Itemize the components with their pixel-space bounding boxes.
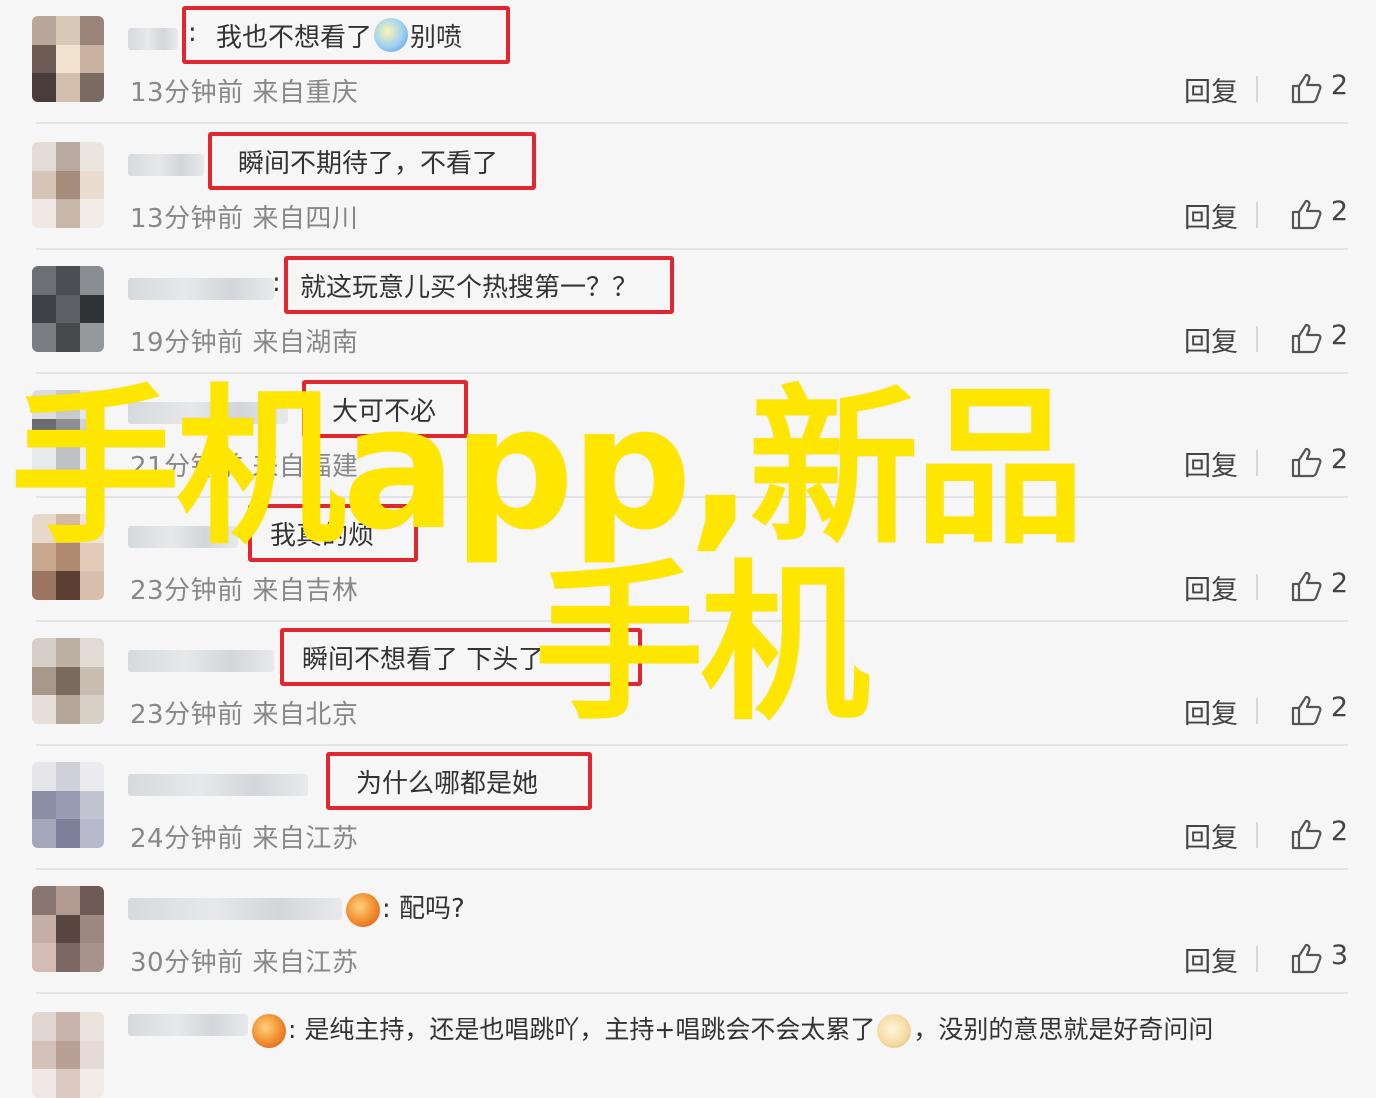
comment-text: 配吗? <box>399 894 465 924</box>
reply-button[interactable]: 回复 <box>1184 70 1238 109</box>
rooster-badge-icon <box>346 892 380 927</box>
overlay-title-line2: 手机 <box>534 546 870 744</box>
comment-row: : 我也不想看了 别喷 13分钟前 来自重庆 回复 2 <box>0 0 1376 124</box>
avatar[interactable] <box>32 266 104 352</box>
comment-row: : 配吗? 30分钟前 来自江苏 回复 3 <box>0 870 1376 994</box>
rooster-badge-icon <box>252 1014 286 1048</box>
thumbs-up-icon[interactable] <box>1290 446 1324 478</box>
username-blurred[interactable] <box>128 1014 248 1036</box>
action-divider <box>1256 76 1258 102</box>
comment-row: : 就这玩意儿买个热搜第一？？ 19分钟前 来自湖南 回复 2 <box>0 250 1376 374</box>
like-count: 2 <box>1330 692 1348 723</box>
comment-meta: 13分钟前 来自重庆 <box>130 78 359 108</box>
like-count: 2 <box>1330 70 1348 101</box>
colon-separator: : <box>382 894 391 924</box>
username-blurred[interactable] <box>128 28 178 50</box>
highlighted-comment: 我也不想看了 别喷 <box>182 6 510 64</box>
action-divider <box>1256 574 1258 600</box>
reply-button[interactable]: 回复 <box>1184 940 1238 979</box>
thumbs-up-icon[interactable] <box>1290 818 1324 850</box>
comment-text: 瞬间不期待了，不看了 <box>238 148 499 179</box>
comment-meta: 23分钟前 来自吉林 <box>130 576 359 606</box>
reply-button[interactable]: 回复 <box>1184 320 1238 359</box>
comment-meta: 23分钟前 来自北京 <box>130 700 359 730</box>
comment-text-suffix: ，没别的意思就是好奇问问 <box>913 1015 1214 1044</box>
action-divider <box>1256 326 1258 352</box>
comment-meta: 24分钟前 来自江苏 <box>130 824 359 854</box>
comment-meta: 19分钟前 来自湖南 <box>130 328 359 358</box>
like-count: 2 <box>1330 816 1348 847</box>
comment-row: 瞬间不期待了，不看了 13分钟前 来自四川 回复 2 <box>0 126 1376 250</box>
comment-text-suffix: 别喷 <box>410 22 463 53</box>
avatar[interactable] <box>32 638 104 724</box>
comment-text: 我也不想看了 <box>216 22 373 53</box>
action-divider <box>1256 450 1258 476</box>
username-blurred[interactable] <box>128 278 274 300</box>
comment-text: 瞬间不想看了 下头了 <box>302 644 545 675</box>
avatar[interactable] <box>32 142 104 228</box>
like-count: 2 <box>1330 444 1348 475</box>
like-count: 2 <box>1330 320 1348 351</box>
reply-button[interactable]: 回复 <box>1184 196 1238 235</box>
avatar[interactable] <box>32 762 104 848</box>
thumbs-up-icon[interactable] <box>1290 694 1324 726</box>
avatar[interactable] <box>32 886 104 972</box>
like-count: 3 <box>1330 940 1348 971</box>
colon-separator: : <box>272 268 281 298</box>
reply-button[interactable]: 回复 <box>1184 816 1238 855</box>
highlighted-comment: 瞬间不期待了，不看了 <box>208 132 536 190</box>
comment-text: 就这玩意儿买个热搜第一？？ <box>300 272 639 303</box>
comment-feed: : 我也不想看了 别喷 13分钟前 来自重庆 回复 2 瞬间不期待了，不看了 13… <box>0 0 1376 1098</box>
overlay-title-line1: 手机app,新品 <box>10 370 1085 568</box>
username-blurred[interactable] <box>128 774 308 796</box>
comment-text: 为什么哪都是她 <box>356 768 539 799</box>
action-divider <box>1256 946 1258 972</box>
avatar[interactable] <box>32 1012 104 1098</box>
thumbs-up-icon[interactable] <box>1290 570 1324 602</box>
dog-face-icon <box>877 1014 912 1048</box>
comment-text: 是纯主持，还是也唱跳吖，主持+唱跳会不会太累了 <box>304 1015 876 1044</box>
highlighted-comment: 为什么哪都是她 <box>326 752 592 810</box>
comment-meta: 30分钟前 来自江苏 <box>130 948 359 978</box>
comment-meta: 13分钟前 来自四川 <box>130 204 359 234</box>
like-count: 2 <box>1330 568 1348 599</box>
action-divider <box>1256 822 1258 848</box>
action-divider <box>1256 698 1258 724</box>
reply-button[interactable]: 回复 <box>1184 568 1238 607</box>
action-divider <box>1256 202 1258 228</box>
row-divider <box>36 992 1348 994</box>
comment-row: : 是纯主持，还是也唱跳吖，主持+唱跳会不会太累了 ，没别的意思就是好奇问问 <box>0 996 1376 1098</box>
thumbs-up-icon[interactable] <box>1290 198 1324 230</box>
highlighted-comment: 就这玩意儿买个热搜第一？？ <box>284 256 674 314</box>
like-count: 2 <box>1330 196 1348 227</box>
reply-button[interactable]: 回复 <box>1184 444 1238 483</box>
avatar[interactable] <box>32 16 104 102</box>
reply-button[interactable]: 回复 <box>1184 692 1238 731</box>
thumbs-up-icon[interactable] <box>1290 322 1324 354</box>
colon-separator: : <box>288 1015 297 1044</box>
comment-row: 为什么哪都是她 24分钟前 来自江苏 回复 2 <box>0 746 1376 870</box>
thumbs-up-icon[interactable] <box>1290 72 1324 104</box>
username-blurred[interactable] <box>128 650 274 672</box>
row-divider <box>36 122 1348 124</box>
comment-text-line: : 配吗? <box>344 888 465 927</box>
comment-text-line: : 是纯主持，还是也唱跳吖，主持+唱跳会不会太累了 ，没别的意思就是好奇问问 <box>250 1010 1213 1048</box>
username-blurred[interactable] <box>128 898 342 920</box>
username-blurred[interactable] <box>128 154 204 176</box>
thumbs-up-icon[interactable] <box>1290 942 1324 974</box>
grinning-sweat-emoji-icon <box>374 18 409 52</box>
